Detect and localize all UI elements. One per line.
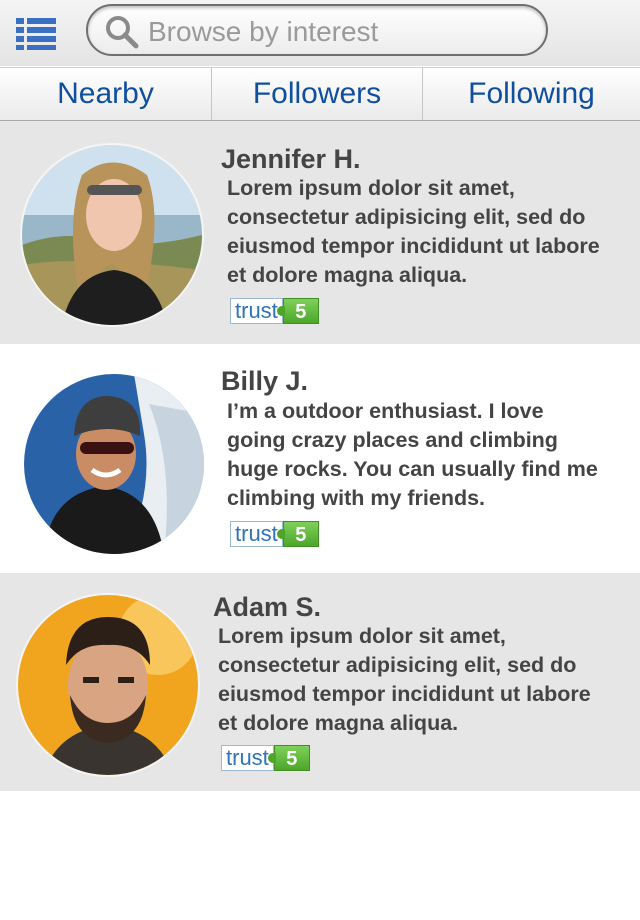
- trust-badge[interactable]: trust 5: [230, 521, 319, 547]
- person-bio: Lorem ipsum dolor sit amet, consectetur …: [227, 176, 600, 287]
- trust-label: trust: [230, 521, 283, 547]
- trust-label: trust: [230, 298, 283, 324]
- top-bar: [0, 0, 640, 66]
- list-menu-icon: [16, 18, 56, 50]
- avatar: [18, 595, 198, 775]
- trust-badge[interactable]: trust 5: [230, 298, 319, 324]
- list-item[interactable]: Billy J. I’m a outdoor enthusiast. I lov…: [0, 344, 640, 573]
- list-item[interactable]: Jennifer H. Lorem ipsum dolor sit amet, …: [0, 121, 640, 344]
- tab-nearby[interactable]: Nearby: [0, 68, 212, 120]
- trust-score: 5: [276, 298, 319, 324]
- trust-label: trust: [221, 745, 274, 771]
- trust-score: 5: [276, 521, 319, 547]
- search-bar: [86, 4, 548, 56]
- trust-badge[interactable]: trust 5: [221, 745, 310, 771]
- trust-score: 5: [267, 745, 310, 771]
- person-bio: Lorem ipsum dolor sit amet, consectetur …: [218, 624, 591, 735]
- search-icon: [106, 16, 139, 49]
- avatar: [22, 145, 202, 325]
- list-item[interactable]: Adam S. Lorem ipsum dolor sit amet, cons…: [0, 573, 640, 791]
- person-name: Adam S.: [213, 592, 322, 622]
- tab-followers[interactable]: Followers: [212, 68, 423, 120]
- person-name: Jennifer H.: [221, 144, 361, 174]
- tab-bar: Nearby Followers Following: [0, 67, 640, 122]
- person-bio: I’m a outdoor enthusiast. I love going c…: [227, 399, 598, 510]
- menu-button[interactable]: [16, 18, 56, 50]
- search-input[interactable]: [146, 12, 530, 52]
- avatar: [24, 374, 204, 554]
- person-name: Billy J.: [221, 366, 309, 396]
- tab-following[interactable]: Following: [423, 68, 640, 120]
